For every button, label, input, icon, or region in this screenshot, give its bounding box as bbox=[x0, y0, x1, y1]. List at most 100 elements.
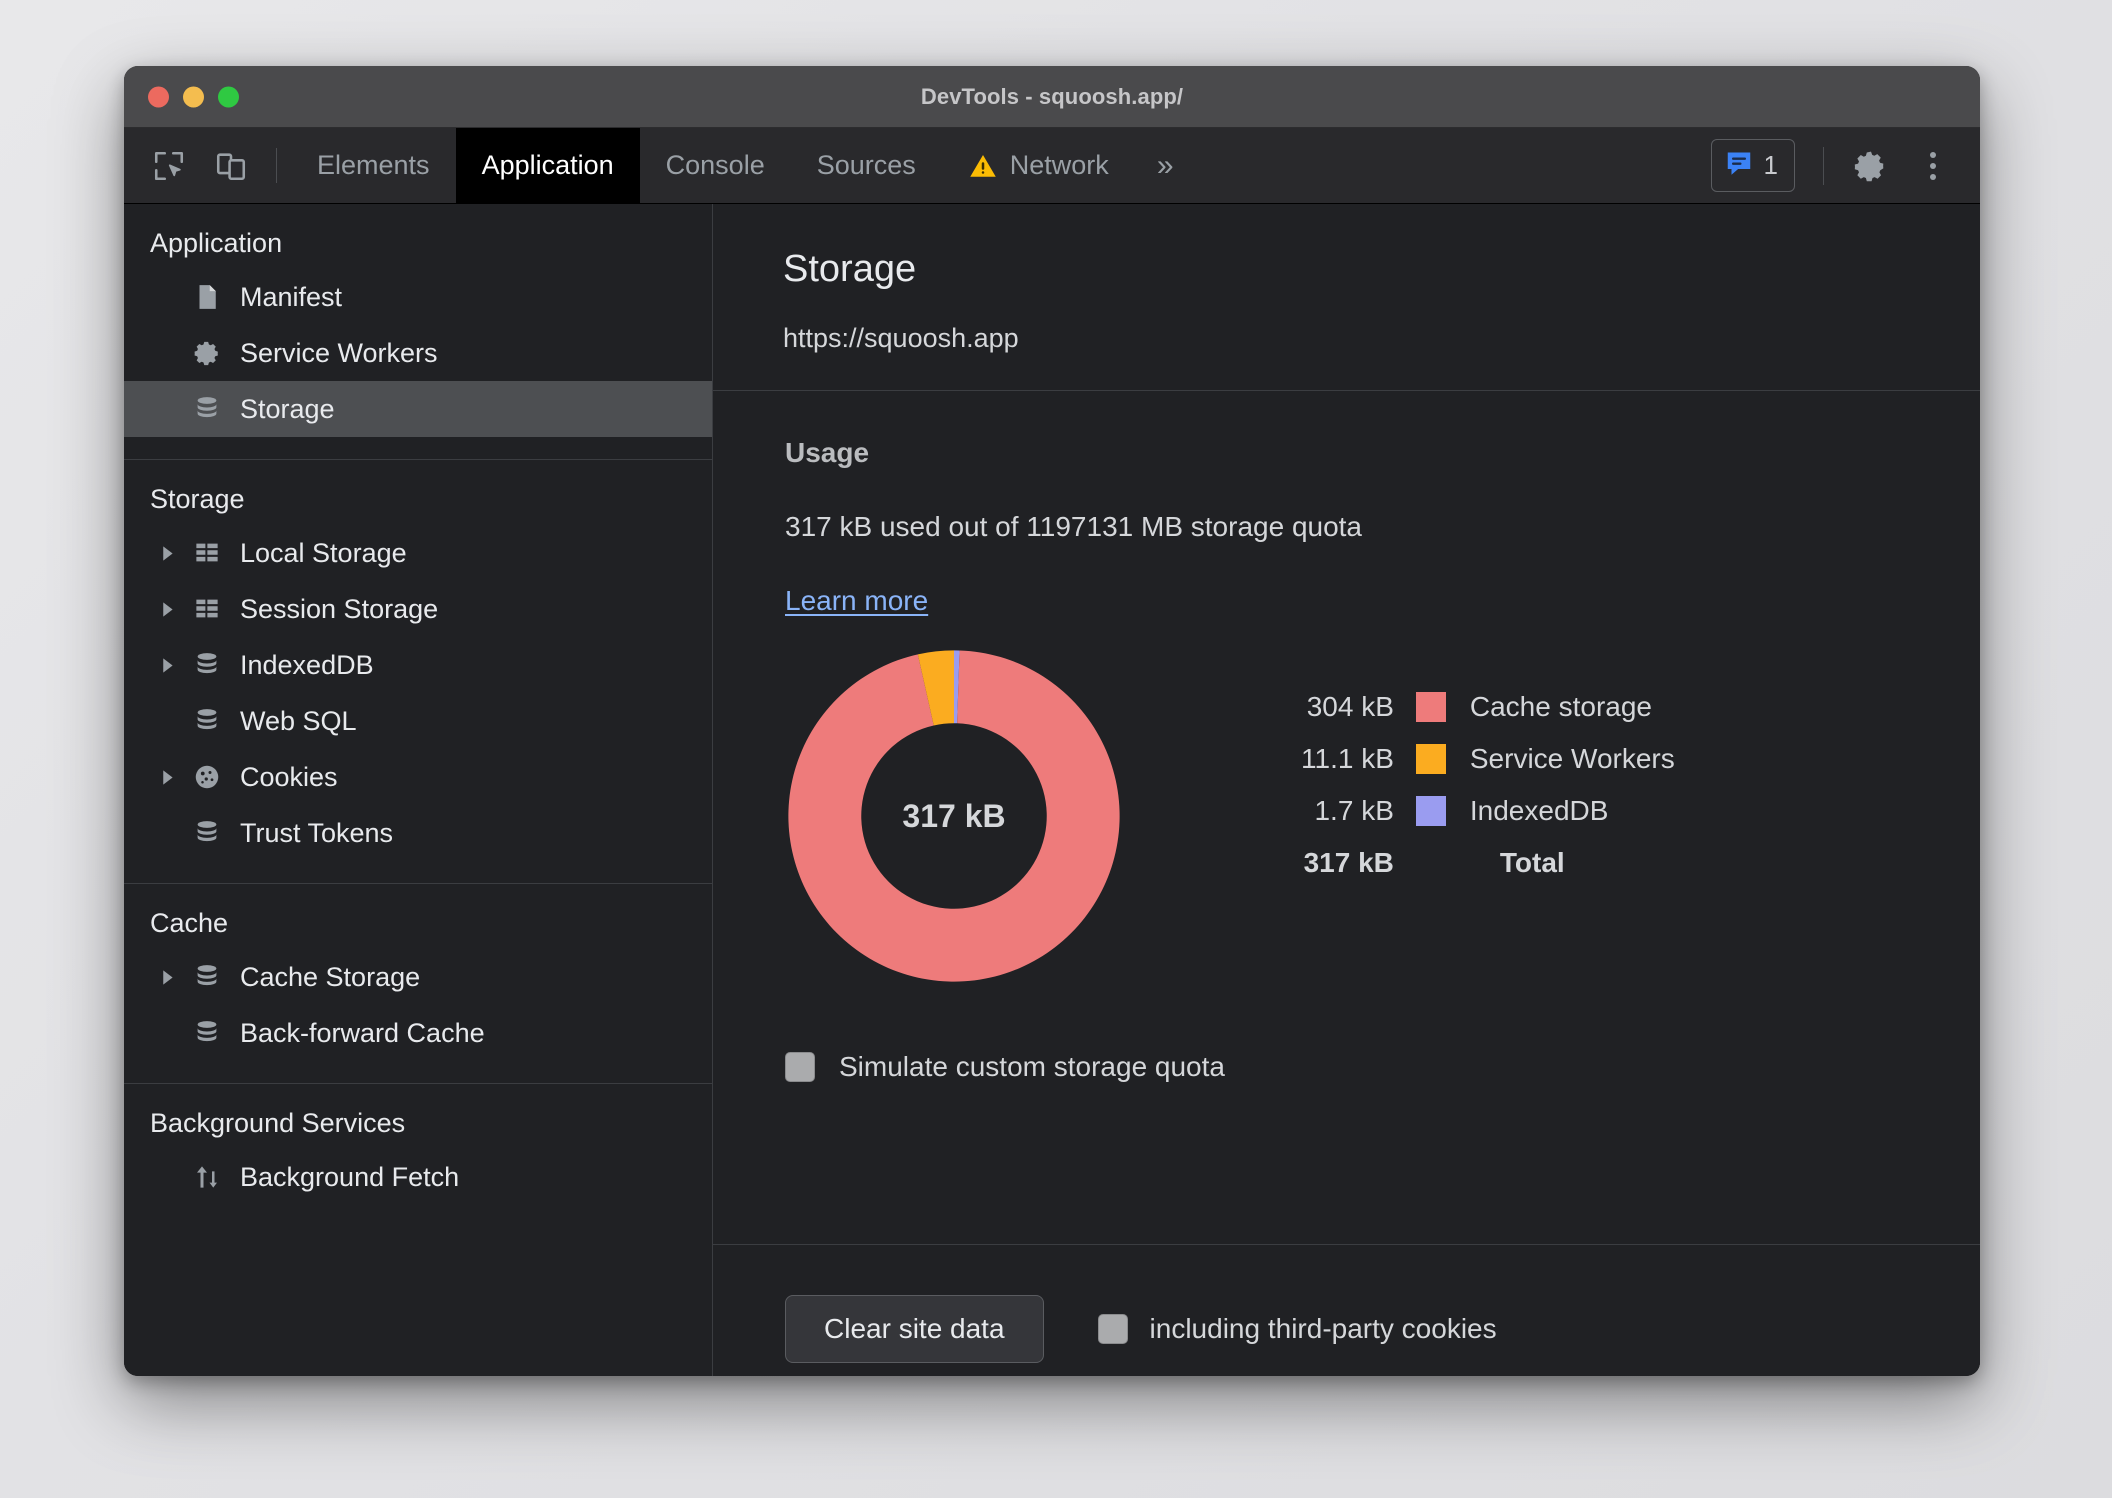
tab-sources[interactable]: Sources bbox=[791, 128, 942, 203]
sidebar-item-indexeddb[interactable]: IndexedDB bbox=[124, 637, 712, 693]
sidebar-item-trust-tokens[interactable]: Trust Tokens bbox=[124, 805, 712, 861]
simulate-quota-checkbox[interactable] bbox=[785, 1052, 815, 1082]
legend-total-value: 317 kB bbox=[1303, 847, 1394, 878]
message-count: 1 bbox=[1763, 150, 1778, 180]
legend-label: Cache storage bbox=[1469, 691, 1652, 722]
tab-network[interactable]: Network bbox=[942, 128, 1135, 203]
sidebar-item-service-workers[interactable]: Service Workers bbox=[124, 325, 712, 381]
simulate-quota-row[interactable]: Simulate custom storage quota bbox=[785, 1051, 1980, 1083]
page-title: Storage bbox=[783, 248, 917, 290]
tabbar-tools bbox=[124, 128, 291, 203]
sidebar-item-label: Cookies bbox=[240, 761, 338, 792]
sidebar-item-label: Manifest bbox=[240, 281, 343, 312]
storage-usage-donut-chart[interactable]: 317 kB bbox=[785, 647, 1123, 985]
legend-swatch-service-workers bbox=[1415, 744, 1446, 774]
third-party-cookies-row[interactable]: including third-party cookies bbox=[1097, 1313, 1497, 1345]
storage-usage-legend: 304 kB Cache storage 11.1 kB Service Wor… bbox=[1301, 691, 1675, 879]
third-party-cookies-checkbox[interactable] bbox=[1097, 1313, 1128, 1344]
donut-svg bbox=[788, 650, 1120, 982]
storage-usage-section: Usage 317 kB used out of 1197131 MB stor… bbox=[713, 391, 1980, 1244]
application-sidebar[interactable]: Application Manifest Service Workers Sto… bbox=[124, 204, 713, 1376]
gear-icon bbox=[184, 338, 230, 369]
expand-arrow-icon[interactable] bbox=[150, 601, 184, 618]
legend-value: 11.1 kB bbox=[1301, 743, 1394, 774]
sidebar-item-cache-storage[interactable]: Cache Storage bbox=[124, 949, 712, 1005]
sidebar-item-label: Back-forward Cache bbox=[240, 1017, 485, 1048]
tabbar-right-divider bbox=[1823, 146, 1824, 185]
inspect-element-icon[interactable] bbox=[138, 128, 200, 203]
usage-heading: Usage bbox=[785, 437, 870, 468]
sidebar-section-title: Background Services bbox=[150, 1108, 406, 1138]
clear-site-data-button[interactable]: Clear site data bbox=[785, 1294, 1044, 1363]
storage-origin: https://squoosh.app bbox=[783, 323, 1019, 353]
table-icon bbox=[184, 538, 230, 568]
maximize-window-button[interactable] bbox=[218, 86, 239, 107]
database-icon bbox=[184, 818, 230, 848]
tab-console[interactable]: Console bbox=[640, 128, 791, 203]
legend-label: IndexedDB bbox=[1469, 795, 1609, 826]
sidebar-item-session-storage[interactable]: Session Storage bbox=[124, 581, 712, 637]
minimize-window-button[interactable] bbox=[183, 86, 204, 107]
kebab-menu-icon[interactable] bbox=[1904, 137, 1962, 195]
warning-triangle-icon bbox=[968, 151, 998, 181]
tabbar-tabs: Elements Application Console Sources Net… bbox=[291, 128, 1196, 203]
device-toolbar-icon[interactable] bbox=[200, 128, 262, 203]
tab-application-label: Application bbox=[481, 150, 614, 180]
updown-arrows-icon bbox=[184, 1162, 230, 1192]
expand-arrow-icon[interactable] bbox=[150, 657, 184, 674]
legend-swatch-placeholder bbox=[1416, 848, 1446, 878]
console-messages-badge[interactable]: 1 bbox=[1710, 139, 1795, 192]
tab-elements-label: Elements bbox=[317, 150, 430, 180]
storage-panel-header: Storage https://squoosh.app bbox=[713, 204, 1980, 391]
close-window-button[interactable] bbox=[148, 86, 169, 107]
database-icon bbox=[184, 650, 230, 680]
sidebar-section-title: Storage bbox=[150, 484, 245, 514]
traffic-lights bbox=[148, 86, 239, 107]
sidebar-item-label: Web SQL bbox=[240, 705, 357, 736]
tabbar-right-controls: 1 bbox=[1710, 128, 1980, 203]
sidebar-item-storage[interactable]: Storage bbox=[124, 381, 712, 437]
message-bubble-icon bbox=[1724, 148, 1754, 183]
document-icon bbox=[184, 282, 230, 312]
database-icon bbox=[184, 1018, 230, 1048]
sidebar-item-cookies[interactable]: Cookies bbox=[124, 749, 712, 805]
sidebar-item-manifest[interactable]: Manifest bbox=[124, 269, 712, 325]
legend-value: 1.7 kB bbox=[1314, 795, 1394, 826]
devtools-window: DevTools - squoosh.app/ Elements Applica… bbox=[124, 66, 1980, 1376]
sidebar-section-storage: Storage Local Storage Session Storage In… bbox=[124, 460, 712, 884]
expand-arrow-icon[interactable] bbox=[150, 545, 184, 562]
sidebar-section-background-services: Background Services Background Fetch bbox=[124, 1084, 712, 1227]
expand-arrow-icon[interactable] bbox=[150, 769, 184, 786]
sidebar-item-label: Local Storage bbox=[240, 537, 407, 568]
sidebar-item-label: Session Storage bbox=[240, 593, 439, 624]
legend-swatch-indexeddb bbox=[1415, 796, 1446, 826]
sidebar-item-label: Service Workers bbox=[240, 337, 438, 368]
tab-elements[interactable]: Elements bbox=[291, 128, 456, 203]
tab-application[interactable]: Application bbox=[455, 128, 640, 203]
tabbar-divider bbox=[276, 148, 277, 183]
sidebar-item-local-storage[interactable]: Local Storage bbox=[124, 525, 712, 581]
sidebar-item-web-sql[interactable]: Web SQL bbox=[124, 693, 712, 749]
expand-arrow-icon[interactable] bbox=[150, 969, 184, 986]
sidebar-item-label: Storage bbox=[240, 393, 335, 424]
legend-value: 304 kB bbox=[1306, 691, 1394, 722]
more-tabs-button[interactable]: » bbox=[1135, 128, 1196, 203]
sidebar-item-label: Cache Storage bbox=[240, 961, 421, 992]
devtools-content: Application Manifest Service Workers Sto… bbox=[124, 204, 1980, 1376]
table-icon bbox=[184, 594, 230, 624]
storage-panel: Storage https://squoosh.app Usage 317 kB… bbox=[713, 204, 1980, 1376]
window-titlebar: DevTools - squoosh.app/ bbox=[124, 66, 1980, 128]
sidebar-item-label: Trust Tokens bbox=[240, 817, 394, 848]
sidebar-section-title: Cache bbox=[150, 908, 229, 938]
sidebar-item-background-fetch[interactable]: Background Fetch bbox=[124, 1149, 712, 1205]
learn-more-link[interactable]: Learn more bbox=[785, 585, 928, 617]
gear-icon[interactable] bbox=[1842, 137, 1900, 195]
legend-swatch-cache-storage bbox=[1415, 692, 1446, 722]
tab-console-label: Console bbox=[665, 150, 765, 180]
legend-label: Service Workers bbox=[1469, 743, 1675, 774]
usage-summary-text: 317 kB used out of 1197131 MB storage qu… bbox=[785, 511, 1363, 542]
cookie-icon bbox=[184, 762, 230, 792]
sidebar-section-application: Application Manifest Service Workers Sto… bbox=[124, 204, 712, 460]
window-title: DevTools - squoosh.app/ bbox=[920, 83, 1184, 109]
sidebar-item-back-forward-cache[interactable]: Back-forward Cache bbox=[124, 1005, 712, 1061]
